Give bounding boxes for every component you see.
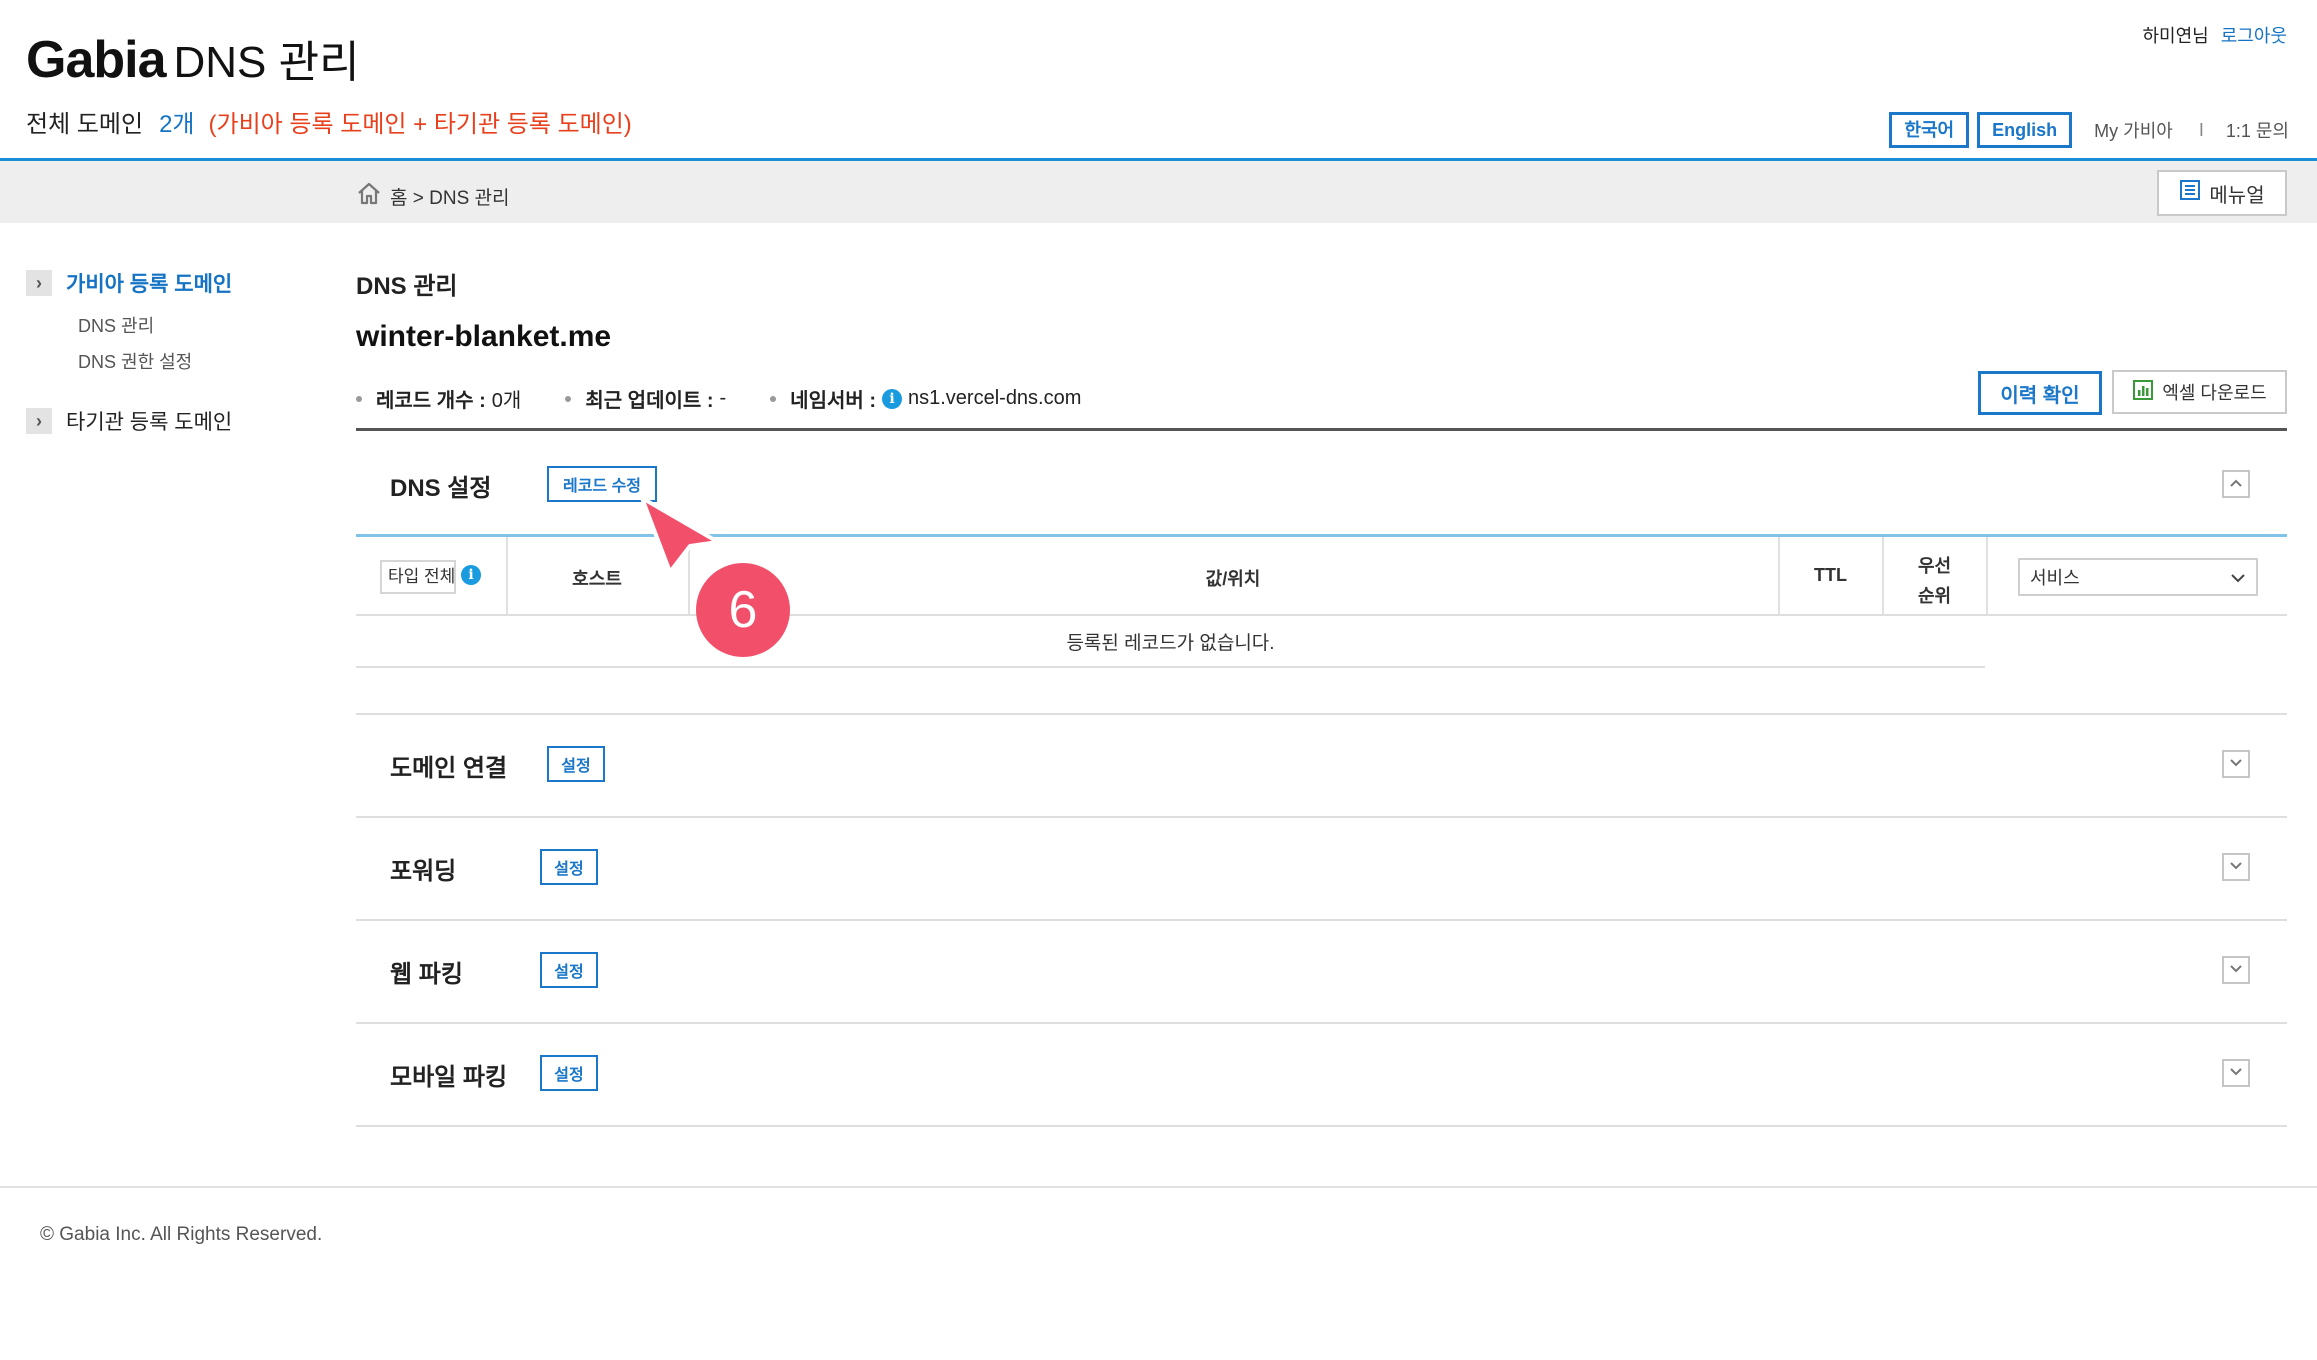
summary-count: 2개 xyxy=(159,111,195,138)
lang-english-button[interactable]: English xyxy=(1977,112,2073,148)
app-logo[interactable]: Gabia DNS 관리 xyxy=(26,26,360,90)
brand-name: Gabia xyxy=(26,31,166,89)
summary-note: (가비아 등록 도메인 + 타기관 등록 도메인) xyxy=(208,111,632,138)
chevron-right-icon: › xyxy=(26,270,52,296)
expand-web-parking[interactable] xyxy=(2222,956,2250,984)
breadcrumb: 홈 > DNS 관리 xyxy=(356,181,510,211)
panel-divider xyxy=(356,919,2287,921)
bullet-icon xyxy=(770,395,777,402)
priority-line-1: 우선 xyxy=(1917,556,1952,576)
excel-icon xyxy=(2132,379,2154,406)
nameserver: 네임서버 : i ns1.vercel-dns.com xyxy=(770,384,1081,413)
collapse-dns-settings[interactable] xyxy=(2222,470,2250,498)
column-header-value: 값/위치 xyxy=(1205,569,1261,589)
panel-divider xyxy=(356,816,2287,818)
nameserver-label: 네임서버 : xyxy=(790,390,876,412)
service-select-value: 서비스 xyxy=(2030,568,2080,588)
user-name: 하미연님 xyxy=(2142,26,2209,46)
panel-divider xyxy=(356,1125,2287,1127)
user-area: 하미연님 로그아웃 xyxy=(2143,22,2288,48)
header-row-border xyxy=(356,614,2287,616)
top-navigation: 한국어 English My 가비아 I 1:1 문의 xyxy=(1881,112,2289,148)
excel-download-button[interactable]: 엑셀 다운로드 xyxy=(2112,370,2287,414)
expand-forwarding[interactable] xyxy=(2222,853,2250,881)
footer-divider xyxy=(0,1186,2317,1188)
section-divider xyxy=(356,428,2287,431)
page-title: DNS 관리 xyxy=(356,273,458,300)
sidebar-item-label: 타기관 등록 도메인 xyxy=(66,411,233,434)
panel-divider xyxy=(356,1022,2287,1024)
breadcrumb-text: 홈 > DNS 관리 xyxy=(390,187,510,209)
record-count-value: 0개 xyxy=(491,390,522,412)
chevron-down-icon xyxy=(2229,858,2243,876)
sidebar-subitem-dns-manage[interactable]: DNS 관리 xyxy=(78,312,154,338)
last-update-label: 최근 업데이트 : xyxy=(585,390,714,412)
summary-label: 전체 도메인 xyxy=(26,111,144,138)
empty-records-message: 등록된 레코드가 없습니다. xyxy=(1066,633,1275,654)
domain-summary: 전체 도메인 2개 (가비아 등록 도메인 + 타기관 등록 도메인) xyxy=(26,104,632,139)
record-count: 레코드 개수 : 0개 xyxy=(356,384,521,413)
cursor-arrow-icon xyxy=(640,496,730,581)
mobile-parking-settings-button[interactable]: 설정 xyxy=(540,1055,598,1091)
panel-title-web-parking: 웹 파킹 xyxy=(390,961,463,988)
sidebar-subitem-dns-permission[interactable]: DNS 권한 설정 xyxy=(78,348,192,374)
panel-divider xyxy=(356,713,2287,715)
excel-label: 엑셀 다운로드 xyxy=(2162,383,2267,403)
sidebar-item-other-domains[interactable]: › 타기관 등록 도메인 xyxy=(26,406,232,436)
column-header-ttl: TTL xyxy=(1814,565,1847,585)
nameserver-value: ns1.vercel-dns.com xyxy=(908,387,1082,409)
last-update-value: - xyxy=(719,387,727,409)
step-number-badge: 6 xyxy=(696,563,790,657)
forwarding-settings-button[interactable]: 설정 xyxy=(540,849,598,885)
bullet-icon xyxy=(565,395,572,402)
info-icon[interactable]: i xyxy=(461,565,481,585)
domain-connect-settings-button[interactable]: 설정 xyxy=(547,746,605,782)
domain-name: winter-blanket.me xyxy=(356,320,612,353)
footer-copyright: © Gabia Inc. All Rights Reserved. xyxy=(40,1224,323,1245)
column-divider xyxy=(1986,537,1988,615)
sidebar-item-label: 가비아 등록 도메인 xyxy=(66,273,233,296)
chevron-up-icon xyxy=(2229,475,2243,493)
chevron-down-icon xyxy=(2230,567,2246,588)
panel-title-domain-connect: 도메인 연결 xyxy=(390,755,508,782)
last-update: 최근 업데이트 : - xyxy=(565,384,726,413)
web-parking-settings-button[interactable]: 설정 xyxy=(540,952,598,988)
logout-link[interactable]: 로그아웃 xyxy=(2221,26,2287,46)
nav-separator: I xyxy=(2198,119,2204,140)
chevron-right-icon: › xyxy=(26,408,52,434)
panel-title-mobile-parking: 모바일 파킹 xyxy=(390,1064,508,1091)
sidebar-item-gabia-domains[interactable]: › 가비아 등록 도메인 xyxy=(26,268,232,298)
my-gabia-link[interactable]: My 가비아 xyxy=(2094,117,2173,143)
priority-line-2: 순위 xyxy=(1917,586,1952,606)
expand-domain-connect[interactable] xyxy=(2222,750,2250,778)
type-filter-input[interactable]: 타입 전체 xyxy=(380,560,456,594)
row-border xyxy=(356,666,1985,668)
breadcrumb-bar xyxy=(0,161,2317,223)
dns-settings-title: DNS 설정 xyxy=(390,475,492,502)
inquiry-link[interactable]: 1:1 문의 xyxy=(2226,117,2289,143)
domain-meta: 레코드 개수 : 0개 최근 업데이트 : - 네임서버 : i ns1.ver… xyxy=(356,384,1125,413)
service-select[interactable]: 서비스 xyxy=(2018,558,2258,596)
manual-label: 메뉴얼 xyxy=(2209,184,2265,207)
record-count-label: 레코드 개수 : xyxy=(376,390,486,412)
lang-korean-button[interactable]: 한국어 xyxy=(1889,112,1970,148)
expand-mobile-parking[interactable] xyxy=(2222,1059,2250,1087)
home-icon[interactable] xyxy=(356,181,382,211)
panel-title-forwarding: 포워딩 xyxy=(390,858,457,885)
chevron-down-icon xyxy=(2229,755,2243,773)
chevron-down-icon xyxy=(2229,1064,2243,1082)
history-button[interactable]: 이력 확인 xyxy=(1978,371,2102,415)
manual-button[interactable]: 메뉴얼 xyxy=(2157,170,2287,216)
info-icon[interactable]: i xyxy=(882,388,902,409)
chevron-down-icon xyxy=(2229,961,2243,979)
document-icon xyxy=(2179,179,2201,207)
column-header-priority: 우선 순위 xyxy=(1883,552,1986,608)
product-name: DNS 관리 xyxy=(173,38,360,87)
bullet-icon xyxy=(356,395,362,402)
